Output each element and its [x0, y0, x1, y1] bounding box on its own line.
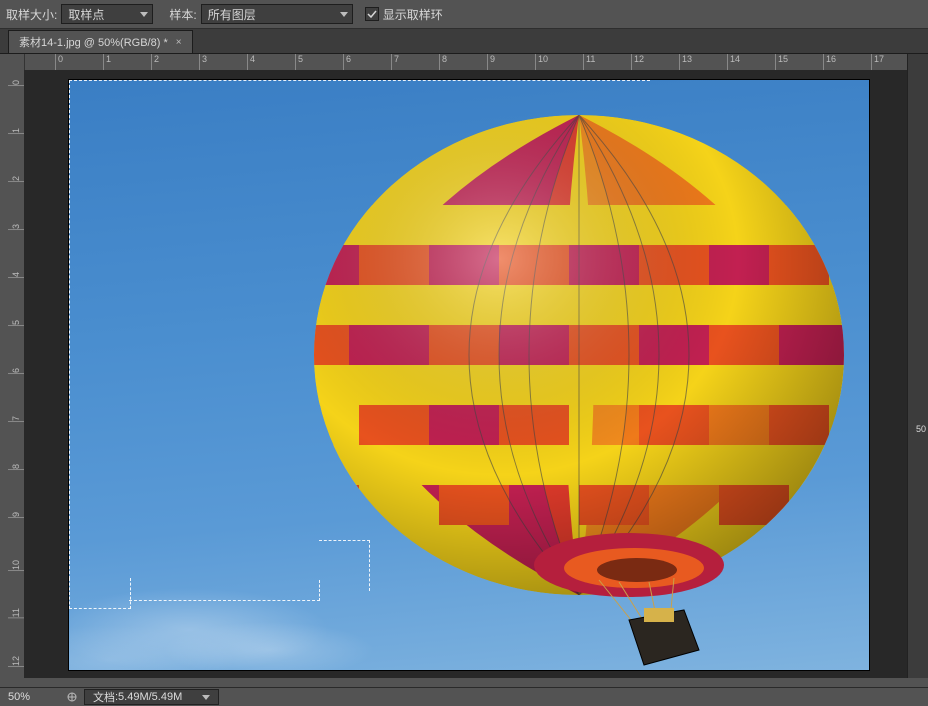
ruler-tick: 8 [439, 54, 447, 70]
vertical-ruler[interactable]: 0123456789101112 [8, 70, 25, 678]
sample-size-dropdown[interactable]: 取样点 [61, 4, 153, 24]
ruler-tick: 3 [199, 54, 207, 70]
document-tab-title: 素材14-1.jpg @ 50%(RGB/8) * [19, 34, 168, 50]
ruler-tick: 7 [391, 54, 399, 70]
ruler-tick: 11 [583, 54, 595, 70]
ruler-tick: 4 [247, 54, 255, 70]
ruler-tick: 2 [151, 54, 159, 70]
ruler-tick: 8 [8, 464, 24, 470]
ruler-tick: 17 [871, 54, 884, 70]
sample-size-value: 取样点 [68, 6, 104, 23]
sample-dropdown[interactable]: 所有图层 [201, 4, 353, 24]
doc-size-readout[interactable]: 文档 :5.49M/5.49M [84, 689, 219, 705]
ruler-tick: 0 [55, 54, 63, 70]
ruler-tick: 0 [8, 80, 24, 86]
ruler-tick: 9 [487, 54, 495, 70]
ruler-tick: 3 [8, 224, 24, 230]
show-ring-label: 显示取样环 [383, 6, 443, 23]
document-canvas[interactable] [69, 80, 869, 670]
checkbox-icon [365, 7, 379, 21]
workspace: 01234567891011121314151617 0123456789101… [0, 54, 928, 678]
document-tab[interactable]: 素材14-1.jpg @ 50%(RGB/8) * × [8, 30, 193, 53]
document-tabbar: 素材14-1.jpg @ 50%(RGB/8) * × [0, 29, 928, 54]
horizontal-ruler[interactable]: 01234567891011121314151617 [8, 54, 908, 71]
ruler-tick: 2 [8, 176, 24, 182]
chevron-down-icon [340, 12, 348, 17]
canvas-area[interactable] [24, 70, 908, 678]
doc-size-label: 文档 [93, 689, 115, 705]
status-nav-icon[interactable] [64, 692, 80, 702]
ruler-tick: 16 [823, 54, 836, 70]
options-toolbar: 取样大小: 取样点 样本: 所有图层 显示取样环 [0, 0, 928, 29]
ruler-tick: 6 [343, 54, 351, 70]
ruler-tick: 14 [727, 54, 740, 70]
ruler-tick: 4 [8, 272, 24, 278]
doc-size-value: :5.49M/5.49M [115, 691, 182, 703]
ruler-tick: 5 [295, 54, 303, 70]
close-icon[interactable]: × [176, 37, 182, 48]
sample-value: 所有图层 [208, 6, 256, 23]
status-bar: 50% 文档 :5.49M/5.49M [0, 687, 928, 706]
show-ring-checkbox[interactable]: 显示取样环 [365, 6, 443, 23]
sample-size-label: 取样大小: [6, 6, 57, 23]
ruler-tick: 15 [775, 54, 788, 70]
ruler-tick: 1 [8, 128, 24, 134]
ruler-tick: 12 [631, 54, 644, 70]
ruler-tick: 10 [8, 560, 24, 571]
ruler-tick: 9 [8, 512, 24, 518]
ruler-tick: 10 [535, 54, 548, 70]
image-balloon [299, 110, 859, 670]
chevron-down-icon [140, 12, 148, 17]
panel-dock[interactable]: 50 [907, 54, 928, 678]
ruler-tick: 11 [8, 608, 24, 618]
ruler-corner [8, 54, 25, 70]
ruler-tick: 5 [8, 320, 24, 326]
ruler-tick: 12 [8, 656, 24, 667]
ruler-tick: 13 [679, 54, 692, 70]
ruler-tick: 6 [8, 368, 24, 374]
chevron-down-icon [202, 695, 210, 700]
zoom-level[interactable]: 50% [0, 691, 64, 703]
sample-label: 样本: [169, 6, 196, 23]
ruler-tick: 7 [8, 416, 24, 422]
ruler-tick: 1 [103, 54, 111, 70]
panel-value: 50 [916, 424, 926, 434]
